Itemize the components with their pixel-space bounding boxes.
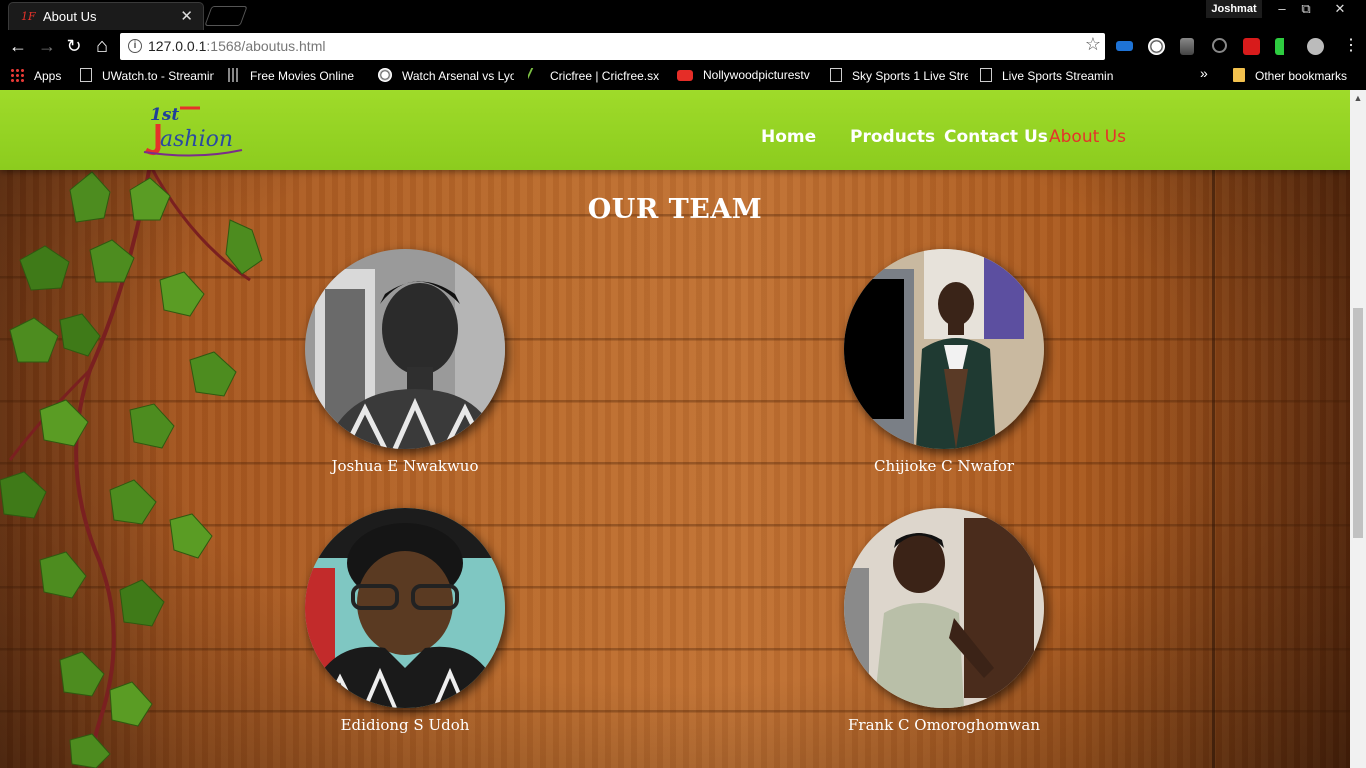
nav-contact-us[interactable]: Contact Us (944, 127, 1048, 147)
profile-button[interactable]: Joshmat (1206, 0, 1262, 18)
home-button[interactable]: ⌂ (91, 35, 113, 57)
bookmarks-bar: Apps UWatch.to - Streamin Free Movies On… (0, 62, 1366, 90)
bookmark-live-sports[interactable]: Live Sports Streamin (980, 68, 1114, 83)
avatar (844, 508, 1044, 708)
bookmark-nollywood[interactable]: Nollywoodpicturestv (677, 68, 817, 82)
bookmark-arsenal[interactable]: Watch Arsenal vs Lyo (378, 68, 514, 83)
page-icon (80, 68, 92, 82)
page-content: 1st ashion Home Products Contact Us Abou… (0, 90, 1350, 768)
site-navbar: 1st ashion Home Products Contact Us Abou… (0, 90, 1350, 170)
member-name: Chijioke C Nwafor (873, 457, 1015, 475)
page-scrollbar[interactable]: ▲ (1350, 90, 1366, 768)
bookmark-other[interactable]: Other bookmarks (1233, 68, 1347, 83)
scroll-up-arrow-icon[interactable]: ▲ (1350, 90, 1366, 106)
extension-sync-icon[interactable] (1212, 38, 1227, 53)
url-host: 127.0.0.1 (148, 38, 207, 54)
bookmark-label: Sky Sports 1 Live Stre (852, 69, 968, 83)
ivy-vine-decoration (0, 164, 263, 768)
extension-flask-icon[interactable] (1180, 38, 1194, 55)
page-icon (830, 68, 842, 82)
apps-grid-icon (10, 68, 24, 82)
page-icon (980, 68, 992, 82)
new-tab-button[interactable] (204, 6, 248, 26)
team-member-card: Frank C Omoroghomwan (824, 508, 1064, 734)
tab-strip: 1F About Us ✕ Joshmat – ⧉ ✕ (0, 0, 1366, 30)
avatar (305, 508, 505, 708)
bookmark-label: Free Movies Online (250, 69, 355, 83)
close-window-button[interactable]: ✕ (1326, 0, 1354, 18)
url-path: :1568/aboutus.html (206, 38, 326, 54)
tab-close-icon[interactable]: ✕ (180, 7, 193, 25)
cricket-icon (528, 68, 544, 82)
address-bar[interactable]: i 127.0.0.1:1568/aboutus.html ☆ (120, 33, 1105, 60)
menu-icon[interactable]: ⋮ (1340, 35, 1362, 57)
site-logo[interactable]: 1st ashion (136, 98, 246, 160)
svg-text:ashion: ashion (160, 127, 233, 152)
avatar (305, 249, 505, 449)
bookmark-label: Cricfree | Cricfree.sx (550, 69, 660, 83)
bookmark-label: Live Sports Streamin (1002, 69, 1114, 83)
nav-home[interactable]: Home (761, 127, 816, 147)
tab-title: About Us (43, 9, 97, 24)
browser-toolbar: ← → ↻ ⌂ i 127.0.0.1:1568/aboutus.html ☆ … (0, 30, 1366, 62)
team-member-card: Joshua E Nwakwuo (285, 249, 525, 475)
back-button[interactable]: ← (7, 35, 29, 57)
nav-about-us[interactable]: About Us (1049, 127, 1126, 147)
member-name: Joshua E Nwakwuo (331, 457, 479, 475)
extension-pdf-icon[interactable] (1243, 38, 1260, 55)
youtube-icon (677, 70, 693, 81)
folder-icon (1233, 68, 1245, 82)
extension-screen-icon[interactable] (1116, 41, 1133, 51)
forward-button[interactable]: → (36, 35, 58, 57)
bookmark-cricfree[interactable]: Cricfree | Cricfree.sx (528, 68, 662, 83)
bookmark-sky-sports[interactable]: Sky Sports 1 Live Stre (830, 68, 968, 83)
bookmark-label: Watch Arsenal vs Lyo (402, 69, 514, 83)
bookmark-star-icon[interactable]: ☆ (1085, 34, 1101, 55)
svg-text:1st: 1st (150, 105, 179, 125)
avatar (844, 249, 1044, 449)
film-icon (228, 68, 240, 82)
team-member-card: Edidiong S Udoh (285, 508, 525, 734)
tab-about-us[interactable]: 1F About Us ✕ (8, 2, 204, 30)
nav-products[interactable]: Products (850, 127, 935, 147)
extension-cloud-icon[interactable] (1307, 38, 1324, 55)
bookmark-free-movies[interactable]: Free Movies Online (228, 68, 358, 83)
svg-text:1F: 1F (21, 10, 36, 23)
scroll-thumb[interactable] (1353, 308, 1363, 538)
wood-plank-edge (1212, 170, 1215, 768)
extension-flag-icon[interactable] (1275, 38, 1290, 55)
extension-ball-icon[interactable] (1148, 38, 1165, 55)
bookmark-label: UWatch.to - Streamin (102, 69, 214, 83)
restore-button[interactable]: ⧉ (1292, 0, 1320, 18)
reload-button[interactable]: ↻ (63, 35, 85, 57)
bookmark-uwatch[interactable]: UWatch.to - Streamin (80, 68, 214, 83)
site-info-icon[interactable]: i (128, 39, 142, 53)
member-name: Edidiong S Udoh (340, 716, 470, 734)
bookmarks-overflow-icon[interactable]: » (1200, 65, 1208, 81)
member-name: Frank C Omoroghomwan (848, 716, 1040, 734)
bookmark-label: Nollywoodpicturestv (703, 68, 810, 82)
bookmark-apps[interactable]: Apps (10, 68, 61, 83)
football-icon (378, 68, 392, 82)
site-favicon-icon: 1F (21, 10, 36, 23)
bookmark-label: Other bookmarks (1255, 69, 1348, 83)
team-member-card: Chijioke C Nwafor (824, 249, 1064, 475)
bookmark-label: Apps (34, 69, 62, 83)
url-text[interactable]: 127.0.0.1:1568/aboutus.html (148, 38, 325, 54)
